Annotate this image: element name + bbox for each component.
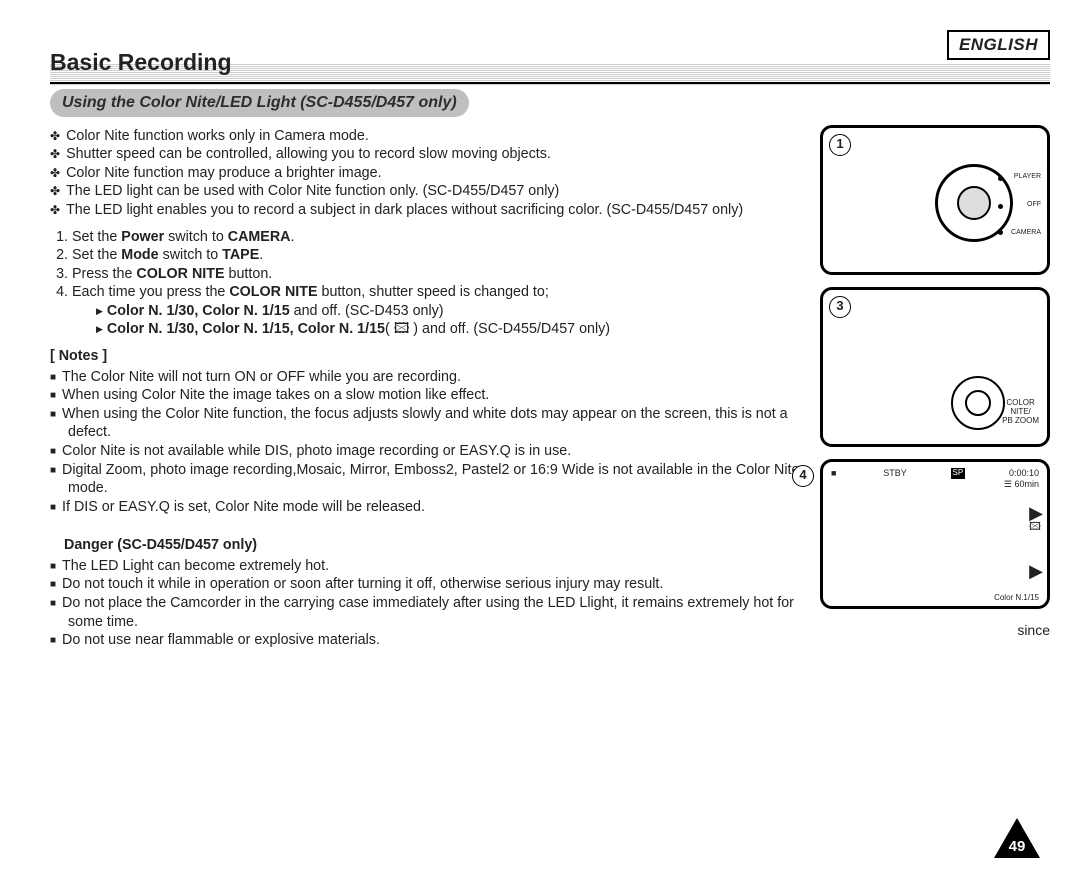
since-fragment: since [820,621,1050,639]
danger-item: Do not place the Camcorder in the carryi… [68,594,808,631]
sub-option: Color N. 1/30, Color N. 1/15 and off. (S… [96,302,808,321]
intro-item: Color Nite function may produce a bright… [68,164,808,183]
danger-item: The LED Light can become extremely hot. [68,557,808,576]
step-item: Set the Power switch to CAMERA. [72,228,808,247]
figure-number-icon: 4 [792,465,814,487]
note-item: When using the Color Nite function, the … [68,405,808,442]
button-label: COLOR NITE/ PB ZOOM [1002,399,1039,425]
danger-item: Do not touch it while in operation or so… [68,575,808,594]
dial-label: PLAYER [1014,172,1041,181]
dial-label: OFF [1027,200,1041,209]
subtitle-row: Using the Color Nite/LED Light (SC-D455/… [50,86,1050,121]
dot-icon [998,230,1003,235]
button-inner-icon [965,390,991,416]
danger-list: The LED Light can become extremely hot. … [50,557,808,650]
lcd-stby: STBY [883,468,907,480]
figure-3-color-nite-button: 3 COLOR NITE/ PB ZOOM [820,287,1050,447]
steps-list: Set the Power switch to CAMERA. Set the … [50,228,808,339]
dot-icon [998,176,1003,181]
page-number-badge: 49 [994,818,1040,858]
intro-item: The LED light can be used with Color Nit… [68,182,808,201]
intro-list: Color Nite function works only in Camera… [50,127,808,220]
record-icon [831,468,839,480]
lcd-minutes: 60min [1014,479,1039,489]
note-item: The Color Nite will not turn ON or OFF w… [68,368,808,387]
intro-item: Shutter speed can be controlled, allowin… [68,145,808,164]
step-item: Press the COLOR NITE button. [72,265,808,284]
page-title: Basic Recording [50,48,1050,84]
step-item: Each time you press the COLOR NITE butto… [72,283,808,339]
text-column: Color Nite function works only in Camera… [50,125,808,658]
danger-item: Do not use near flammable or explosive m… [68,631,808,650]
note-item: Color Nite is not available while DIS, p… [68,442,808,461]
figure-number-icon: 3 [829,296,851,318]
dial-label: CAMERA [1011,228,1041,237]
sp-badge-icon: SP [951,468,966,478]
language-badge: ENGLISH [947,30,1050,60]
tape-icon: 🖾 [1029,520,1041,534]
dot-icon [998,204,1003,209]
lcd-color-nite-label: Color N.1/15 [994,593,1039,603]
dial-center-icon [957,186,991,220]
notes-list: The Color Nite will not turn ON or OFF w… [50,368,808,517]
page-number: 49 [1009,838,1026,855]
intro-item: The LED light enables you to record a su… [68,201,808,220]
intro-item: Color Nite function works only in Camera… [68,127,808,146]
notes-heading: [ Notes ] [50,347,808,366]
sub-option: Color N. 1/30, Color N. 1/15, Color N. 1… [96,320,808,339]
note-item: Digital Zoom, photo image recording,Mosa… [68,461,808,498]
step-item: Set the Mode switch to TAPE. [72,246,808,265]
play-icon: ▶ [1029,560,1043,583]
figure-1-power-switch: 1 PLAYER OFF CAMERA [820,125,1050,275]
figure-number-icon: 1 [829,134,851,156]
section-subtitle: Using the Color Nite/LED Light (SC-D455/… [50,89,469,117]
figure-4-lcd-screen: STBY SP 0:00:10 ☰ 60min ▶ 🖾 ▶ Color N.1/… [820,459,1050,609]
note-item: If DIS or EASY.Q is set, Color Nite mode… [68,498,808,517]
lcd-timecode: 0:00:10 [1009,468,1039,480]
danger-heading: Danger (SC-D455/D457 only) [64,536,808,555]
note-item: When using Color Nite the image takes on… [68,386,808,405]
illustration-column: 1 PLAYER OFF CAMERA 3 COLOR NITE/ PB ZOO… [820,125,1050,658]
